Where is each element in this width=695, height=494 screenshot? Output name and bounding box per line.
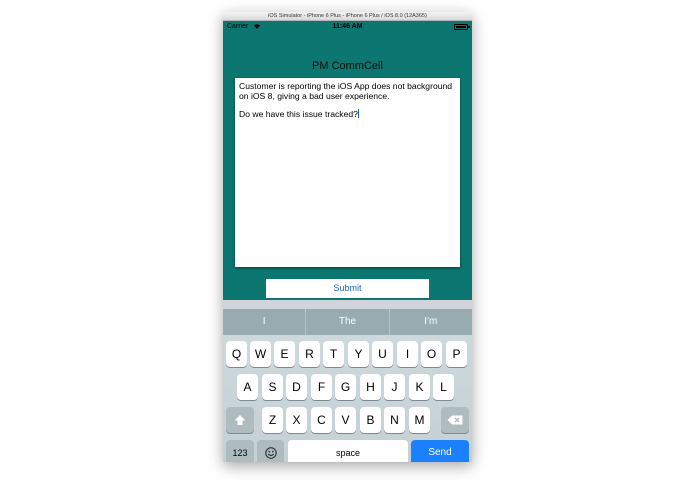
suggestion-3[interactable]: I'm <box>388 309 472 335</box>
key-h[interactable]: H <box>360 374 381 400</box>
key-t[interactable]: T <box>323 341 344 367</box>
message-textarea[interactable]: Customer is reporting the iOS App does n… <box>235 78 460 267</box>
emoji-smiley-icon <box>264 447 277 459</box>
message-paragraph-2-text: Do we have this issue tracked? <box>239 109 358 119</box>
numbers-key[interactable]: 123 <box>226 440 254 462</box>
key-s[interactable]: S <box>262 374 283 400</box>
key-n[interactable]: N <box>384 407 405 433</box>
key-w[interactable]: W <box>250 341 271 367</box>
status-bar: Carrier 11:46 AM <box>223 21 472 33</box>
key-c[interactable]: C <box>311 407 332 433</box>
key-a[interactable]: A <box>237 374 258 400</box>
text-caret <box>357 109 359 118</box>
key-j[interactable]: J <box>384 374 405 400</box>
key-i[interactable]: I <box>397 341 418 367</box>
submit-button[interactable]: Submit <box>266 279 429 298</box>
send-key[interactable]: Send <box>411 440 469 462</box>
window-title: iOS Simulator - iPhone 6 Plus - iPhone 6… <box>223 12 472 21</box>
simulator-window: iOS Simulator - iPhone 6 Plus - iPhone 6… <box>223 12 472 462</box>
key-l[interactable]: L <box>433 374 454 400</box>
predictive-bar: I The I'm <box>223 309 472 335</box>
key-b[interactable]: B <box>360 407 381 433</box>
key-g[interactable]: G <box>335 374 356 400</box>
device-screen: Carrier 11:46 AM PM CommCell Customer is… <box>223 21 472 462</box>
key-o[interactable]: O <box>421 341 442 367</box>
backspace-icon <box>447 415 463 425</box>
battery-icon <box>454 24 470 30</box>
key-v[interactable]: V <box>335 407 356 433</box>
keyboard: Q W E R T Y U I O P A S D F G H J K L Z … <box>223 335 472 462</box>
key-p[interactable]: P <box>446 341 467 367</box>
shift-key[interactable] <box>226 407 254 433</box>
space-key[interactable]: space <box>288 440 408 462</box>
key-r[interactable]: R <box>299 341 320 367</box>
message-paragraph-2: Do we have this issue tracked? <box>239 109 456 119</box>
key-x[interactable]: X <box>286 407 307 433</box>
emoji-key[interactable] <box>257 440 284 462</box>
app-background: Carrier 11:46 AM PM CommCell Customer is… <box>223 21 472 300</box>
key-e[interactable]: E <box>274 341 295 367</box>
shift-arrow-icon <box>234 415 246 425</box>
backspace-key[interactable] <box>441 407 469 433</box>
key-d[interactable]: D <box>286 374 307 400</box>
status-time: 11:46 AM <box>332 23 363 30</box>
message-paragraph-1: Customer is reporting the iOS App does n… <box>239 81 453 101</box>
key-k[interactable]: K <box>409 374 430 400</box>
key-f[interactable]: F <box>311 374 332 400</box>
key-y[interactable]: Y <box>348 341 369 367</box>
suggestion-1[interactable]: I <box>223 309 305 335</box>
suggestion-2[interactable]: The <box>305 309 388 335</box>
page-title: PM CommCell <box>312 60 383 72</box>
key-q[interactable]: Q <box>226 341 247 367</box>
key-m[interactable]: M <box>409 407 430 433</box>
key-z[interactable]: Z <box>262 407 283 433</box>
key-u[interactable]: U <box>372 341 393 367</box>
